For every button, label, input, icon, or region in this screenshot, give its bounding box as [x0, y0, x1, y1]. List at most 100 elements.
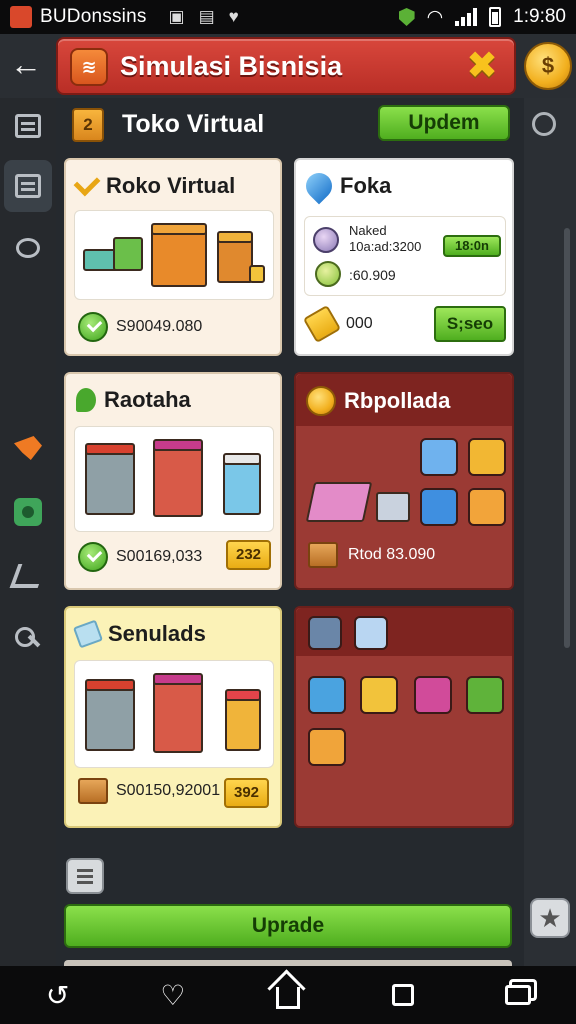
chat-icon — [16, 238, 40, 258]
nav-home-button[interactable] — [266, 973, 310, 1017]
info-text: Naked 10a:ad:3200 — [349, 223, 422, 254]
wifi-icon: ◠ — [426, 6, 444, 28]
card-info-area: Naked 10a:ad:3200 18:0n :60.909 — [304, 216, 506, 296]
shop-building-icon — [85, 675, 139, 755]
crate-icon — [78, 778, 108, 804]
coin-button[interactable]: $ — [524, 42, 572, 90]
card-value: 000 — [346, 315, 373, 332]
card-header: Roko Virtual — [73, 169, 236, 200]
battery-icon — [489, 7, 502, 27]
main-panel: 2 Toko Virtual Updem Roko Virtual S90049… — [56, 98, 524, 968]
card-title: Raotaha — [104, 387, 191, 412]
sidebar-item-tools[interactable] — [4, 550, 52, 602]
card-footer: S90049.080 — [78, 312, 202, 342]
shield-icon — [398, 8, 415, 26]
card-value: S00169,033 — [116, 548, 203, 565]
edit-icon — [354, 616, 388, 650]
card-foka[interactable]: Foka Naked 10a:ad:3200 18:0n :60.909 000… — [294, 158, 514, 356]
card-header: Raotaha — [76, 386, 191, 414]
title-banner: ≋ Simulasi Bisnisia ✖ — [56, 37, 516, 95]
system-nav-bar: ↺ ♡ — [0, 966, 576, 1024]
left-sidebar — [0, 98, 56, 966]
recents-icon — [392, 984, 415, 1006]
target-icon — [308, 676, 346, 714]
nav-switch-button[interactable] — [496, 973, 540, 1017]
storefront-icon — [215, 227, 265, 287]
info-line: :60.909 — [349, 267, 396, 283]
card-title: Foka — [340, 173, 392, 198]
page-title: Simulasi Bisnisia — [120, 51, 343, 81]
sidebar-item-flag[interactable] — [4, 422, 52, 474]
card-value: S90049.080 — [116, 318, 203, 335]
card-header: Senulads — [72, 619, 206, 649]
tools-icon — [9, 564, 47, 588]
card-title: Roko Virtual — [106, 173, 236, 198]
card-items[interactable] — [294, 606, 514, 828]
chevron-icon — [73, 169, 101, 197]
card-raotaha[interactable]: Raotaha S00169,033 232 — [64, 372, 282, 590]
section-title: Toko Virtual — [122, 110, 265, 138]
arrow-left-icon: ← — [10, 46, 42, 82]
shop-building-icon — [85, 439, 139, 519]
right-rail: ★ — [524, 98, 576, 966]
status-time: 1:9:80 — [513, 6, 566, 27]
card-image-area — [74, 426, 274, 532]
card-rbpollada[interactable]: Rbpollada Rtod 83.090 — [294, 372, 514, 590]
sidebar-item-ledger[interactable] — [4, 100, 52, 152]
stacked-papers-icon — [305, 482, 373, 526]
lemon-icon — [315, 261, 341, 287]
card-senulads[interactable]: Senulads S00150,92001 392 — [64, 606, 282, 828]
hand-icon — [468, 438, 506, 476]
back-button[interactable]: ← — [6, 44, 46, 84]
card-image-area — [74, 660, 274, 768]
pencil-icon — [302, 304, 342, 344]
heart-check-icon: ♥ — [228, 7, 239, 26]
key-icon — [15, 627, 41, 653]
status-right-icons: ◠ 1:9:80 — [398, 6, 566, 29]
camera-icon — [414, 676, 452, 714]
coin-icon — [306, 386, 336, 416]
phone-icon — [420, 438, 458, 476]
fish-icon — [308, 728, 346, 766]
card-title: Senulads — [108, 621, 206, 646]
scrollbar[interactable] — [564, 228, 570, 648]
card-badge: 392 — [224, 778, 270, 808]
nav-assistant-button[interactable]: ♡ — [151, 973, 195, 1017]
shop-box-icon: 2 — [72, 108, 104, 142]
upgrade-button[interactable]: Uprade — [64, 904, 512, 948]
paper-stack-icon — [376, 492, 412, 524]
header: ← ≋ Simulasi Bisnisia ✖ $ — [0, 34, 576, 98]
foka-action-button[interactable]: S;seo — [434, 306, 506, 342]
shop-stall-icon — [151, 221, 207, 287]
switch-apps-icon — [505, 985, 532, 1005]
card-icon — [466, 676, 504, 714]
list-button[interactable] — [66, 858, 104, 894]
card-footer: Rtod 83.090 — [308, 542, 435, 568]
ledger-icon — [15, 114, 41, 138]
ball-icon — [313, 227, 339, 253]
sidebar-item-documents[interactable] — [4, 160, 52, 212]
card-footer: S00150,92001 — [78, 778, 220, 804]
close-button[interactable]: ✖ — [464, 47, 500, 85]
card-header: Rbpollada — [306, 386, 450, 416]
favorite-button[interactable]: ★ — [530, 898, 570, 938]
business-logo-icon: ≋ — [70, 48, 108, 86]
card-image-area — [74, 210, 274, 300]
card-value: Rtod 83.090 — [348, 546, 436, 563]
radio-toggle[interactable] — [532, 112, 556, 136]
box-icon — [420, 488, 458, 526]
check-icon — [78, 312, 108, 342]
sidebar-item-key[interactable] — [4, 614, 52, 666]
nav-back-button[interactable]: ↺ — [36, 973, 80, 1017]
card-roko-virtual[interactable]: Roko Virtual S90049.080 — [64, 158, 282, 356]
card-title: Rbpollada — [344, 388, 451, 413]
card-footer: 000 — [302, 304, 373, 344]
crate-icon — [308, 542, 338, 568]
nav-recents-button[interactable] — [381, 973, 425, 1017]
sidebar-item-map[interactable] — [4, 486, 52, 538]
sidebar-item-chat[interactable] — [4, 222, 52, 274]
card-value: S00150,92001 — [116, 782, 221, 799]
info-badge: 18:0n — [443, 235, 501, 257]
update-button[interactable]: Updem — [378, 105, 510, 141]
check-icon — [78, 542, 108, 572]
